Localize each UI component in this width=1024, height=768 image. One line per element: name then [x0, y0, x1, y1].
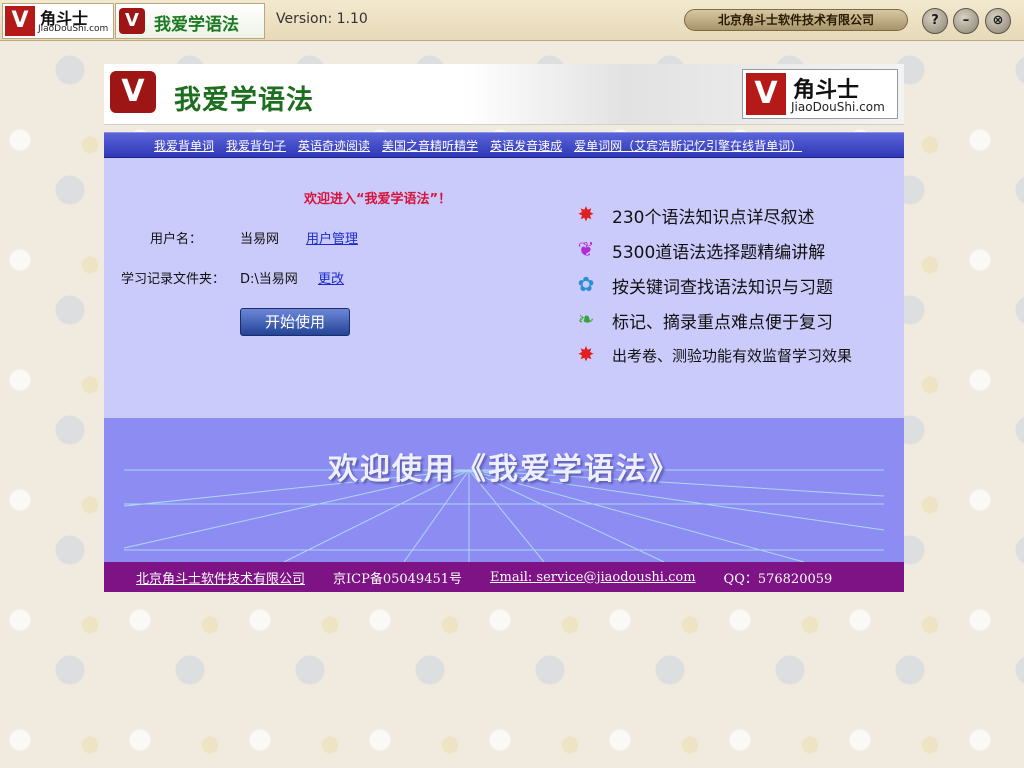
version-label: Version: 1.10: [276, 11, 368, 27]
logo-url-text: JiaoDouShi.com: [38, 24, 109, 34]
main-panel: V 我爱学语法 V 角斗士 JiaoDouShi.com 我爱背单词 我爱背句子…: [104, 64, 904, 592]
welcome-banner-text: 欢迎使用《我爱学语法》: [328, 452, 680, 487]
feature-text: 230个语法知识点详尽叙述: [612, 208, 815, 228]
feature-item: ✸ 230个语法知识点详尽叙述: [574, 198, 894, 233]
logo-url-text: JiaoDouShi.com: [791, 100, 885, 114]
star-burst-icon: ✸: [577, 202, 595, 226]
feature-item: ❦ 5300道语法选择题精编讲解: [574, 233, 894, 268]
nav-link-vocabulary[interactable]: 我爱背单词: [154, 137, 214, 154]
feature-list: ✸ 230个语法知识点详尽叙述 ❦ 5300道语法选择题精编讲解 ✿ 按关键词查…: [574, 198, 894, 373]
footer-icp: 京ICP备05049451号: [333, 571, 463, 587]
nav-link-reading[interactable]: 英语奇迹阅读: [298, 137, 370, 154]
v-logo-icon: V: [5, 6, 35, 36]
star-burst-icon: ✸: [577, 342, 595, 366]
footer-company-link[interactable]: 北京角斗士软件技术有限公司: [136, 568, 305, 587]
nav-link-pronunciation[interactable]: 英语发音速成: [490, 137, 562, 154]
product-nav: 我爱背单词 我爱背句子 英语奇迹阅读 美国之音精听精学 英语发音速成 爱单词网（…: [104, 132, 904, 158]
welcome-banner: 欢迎使用《我爱学语法》: [104, 418, 904, 562]
footer-email-link[interactable]: Email: service@jiaodoushi.com: [490, 570, 696, 585]
butterfly-icon: ❦: [577, 237, 595, 261]
footer: 北京角斗士软件技术有限公司 京ICP备05049451号 Email: serv…: [104, 562, 904, 592]
nav-link-sentences[interactable]: 我爱背句子: [226, 137, 286, 154]
change-folder-link[interactable]: 更改: [318, 268, 344, 287]
username-value: 当易网: [240, 232, 280, 247]
user-manage-link[interactable]: 用户管理: [306, 228, 358, 247]
footer-qq: QQ：576820059: [723, 571, 833, 587]
welcome-message: 欢迎进入“我爱学语法”！: [304, 192, 452, 207]
login-area: 欢迎进入“我爱学语法”！ 用户名： 当易网 用户管理 学习记录文件夹： D:\当…: [104, 158, 904, 418]
folder-label: 学习记录文件夹：: [121, 272, 226, 287]
feature-text: 出考卷、测验功能有效监督学习效果: [612, 347, 853, 365]
leaf-icon: ❧: [577, 307, 595, 331]
help-button[interactable]: ?: [922, 8, 948, 34]
feature-text: 按关键词查找语法知识与习题: [612, 278, 833, 298]
flower-icon: ✿: [577, 272, 595, 296]
app-title: 我爱学语法: [154, 15, 239, 35]
banner-title: 我爱学语法: [174, 85, 314, 116]
app-v-icon: V: [119, 8, 145, 34]
feature-text: 5300道语法选择题精编讲解: [612, 243, 826, 263]
v-logo-icon: V: [746, 73, 786, 115]
feature-item: ✿ 按关键词查找语法知识与习题: [574, 268, 894, 303]
perspective-lines-decoration: [123, 469, 885, 562]
close-button[interactable]: ⊗: [985, 8, 1011, 34]
feature-text: 标记、摘录重点难点便于复习: [612, 313, 833, 333]
jiaodoushi-logo: V 角斗士 JiaoDouShi.com: [742, 69, 898, 119]
jiaodoushi-logo-small: V 角斗士 JiaoDouShi.com: [2, 3, 114, 39]
feature-item: ✸ 出考卷、测验功能有效监督学习效果: [574, 338, 894, 373]
feature-item: ❧ 标记、摘录重点难点便于复习: [574, 303, 894, 338]
header-banner: V 我爱学语法 V 角斗士 JiaoDouShi.com: [104, 64, 904, 125]
nav-link-word-site[interactable]: 爱单词网（艾宾浩斯记忆引擎在线背单词）: [574, 137, 802, 154]
nav-link-voa[interactable]: 美国之音精听精学: [382, 137, 478, 154]
app-name-box: V 我爱学语法: [115, 3, 265, 39]
app-logo-icon: V: [110, 71, 156, 113]
company-name-badge: 北京角斗士软件技术有限公司: [684, 9, 908, 31]
title-bar: V 角斗士 JiaoDouShi.com V 我爱学语法 Version: 1.…: [0, 0, 1024, 41]
minimize-button[interactable]: –: [953, 8, 979, 34]
folder-value: D:\当易网: [240, 272, 298, 287]
start-button[interactable]: 开始使用: [240, 308, 350, 336]
username-label: 用户名：: [150, 232, 203, 247]
